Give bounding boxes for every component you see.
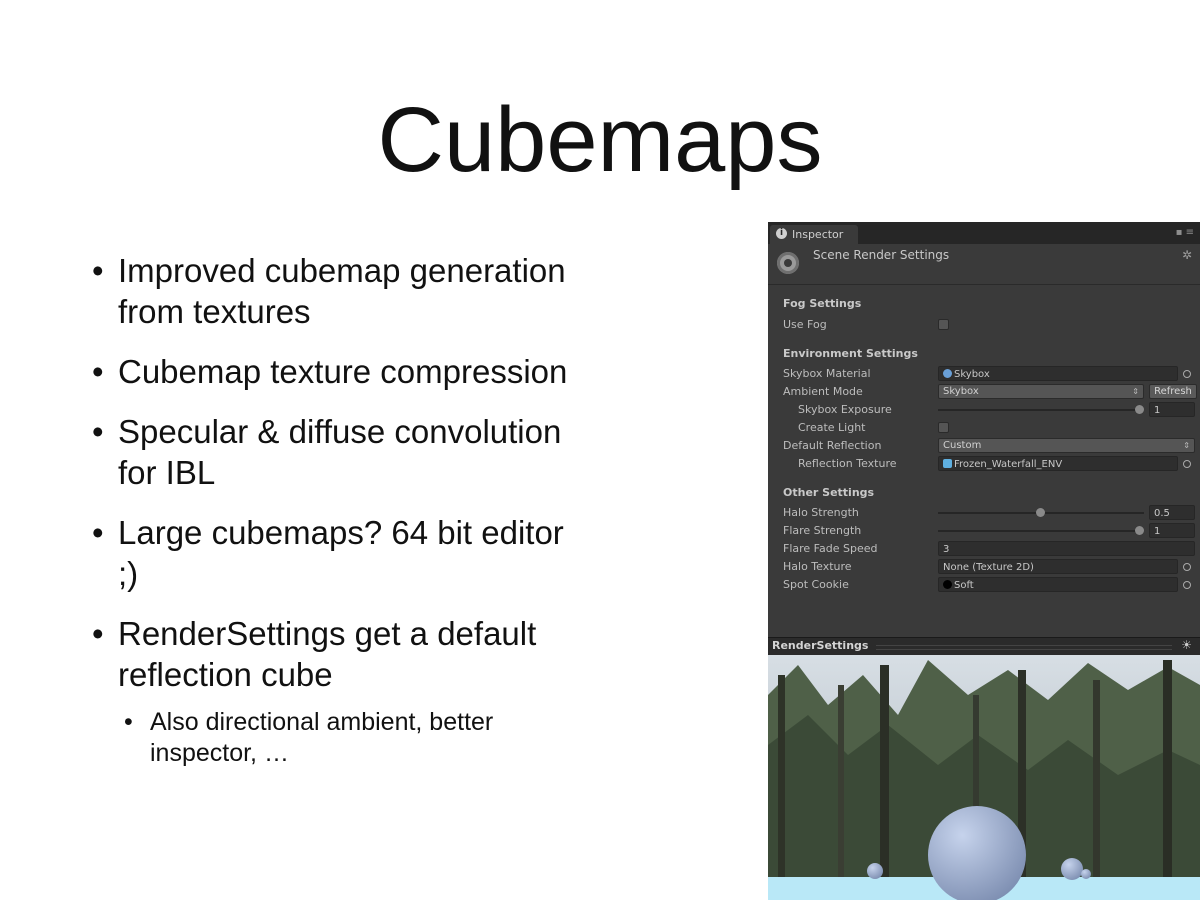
- skybox-exposure-label: Skybox Exposure: [798, 403, 892, 416]
- component-header: Scene Render Settings ✲: [768, 244, 1200, 285]
- reflection-texture-value: Frozen_Waterfall_ENV: [954, 459, 1063, 470]
- flare-strength-row: Flare Strength 1: [783, 522, 1195, 540]
- bullet-dot: •: [92, 615, 104, 652]
- material-icon: [943, 369, 952, 378]
- dropdown-arrow-icon: ⇕: [1183, 441, 1190, 450]
- spot-cookie-value: Soft: [954, 580, 974, 591]
- use-fog-row: Use Fog: [783, 316, 1195, 334]
- flare-strength-label: Flare Strength: [783, 524, 862, 537]
- skybox-material-label: Skybox Material: [783, 367, 871, 380]
- flare-fade-speed-field[interactable]: 3: [938, 541, 1195, 556]
- inspector-panel: i Inspector ▪ ≡ Scene Render Settings ✲ …: [768, 222, 1200, 642]
- create-light-checkbox[interactable]: [938, 422, 949, 433]
- ambient-mode-dropdown[interactable]: Skybox ⇕: [938, 384, 1144, 399]
- use-fog-label: Use Fog: [783, 318, 827, 331]
- reflection-texture-field[interactable]: Frozen_Waterfall_ENV: [938, 456, 1178, 471]
- tab-label: Inspector: [792, 228, 844, 241]
- inspector-tab-bar: i Inspector ▪ ≡: [768, 222, 1200, 244]
- refresh-button[interactable]: Refresh: [1149, 384, 1197, 399]
- halo-texture-label: Halo Texture: [783, 560, 852, 573]
- bullet-text: Specular & diffuse convolution for IBL: [118, 413, 562, 491]
- skybox-material-row: Skybox Material Skybox: [783, 365, 1195, 383]
- ambient-mode-value: Skybox: [943, 386, 979, 397]
- flare-strength-slider-handle[interactable]: [1135, 526, 1144, 535]
- flare-strength-field[interactable]: 1: [1149, 523, 1195, 538]
- settings-cog-icon[interactable]: ✲: [1182, 248, 1192, 262]
- halo-strength-row: Halo Strength 0.5: [783, 504, 1195, 522]
- menu-icon[interactable]: ≡: [1186, 227, 1194, 238]
- spot-cookie-label: Spot Cookie: [783, 578, 849, 591]
- bullet-text: Large cubemaps? 64 bit editor ;): [118, 514, 564, 592]
- default-reflection-label: Default Reflection: [783, 439, 882, 452]
- sub-bullet-item: • Also directional ambient, better inspec…: [92, 707, 572, 769]
- lock-icon[interactable]: ▪: [1176, 227, 1183, 238]
- flare-strength-slider[interactable]: [938, 530, 1144, 532]
- bullet-dot: •: [92, 252, 104, 289]
- create-light-row: Create Light: [783, 419, 1195, 437]
- render-settings-gear-icon: [777, 252, 799, 274]
- spot-cookie-field[interactable]: Soft: [938, 577, 1178, 592]
- default-reflection-row: Default Reflection Custom ⇕: [783, 437, 1195, 455]
- object-picker-icon[interactable]: [1183, 460, 1191, 468]
- halo-strength-slider-handle[interactable]: [1036, 508, 1045, 517]
- tab-tools: ▪ ≡: [1176, 227, 1194, 238]
- dropdown-arrow-icon: ⇕: [1132, 387, 1139, 396]
- bullet-item: • Large cubemaps? 64 bit editor ;): [92, 512, 572, 594]
- info-icon: i: [776, 228, 787, 239]
- slide-title: Cubemaps: [377, 89, 823, 191]
- skybox-exposure-row: Skybox Exposure 1: [783, 401, 1195, 419]
- spot-cookie-row: Spot Cookie Soft: [783, 576, 1195, 594]
- ambient-mode-row: Ambient Mode Skybox ⇕ Refresh: [783, 383, 1197, 401]
- bullet-item: • Cubemap texture compression: [92, 351, 572, 392]
- object-picker-icon[interactable]: [1183, 581, 1191, 589]
- bullet-list: • Improved cubemap generation from textur…: [92, 250, 572, 769]
- bullet-text: Cubemap texture compression: [118, 353, 568, 390]
- default-reflection-value: Custom: [943, 440, 982, 451]
- bullet-dot: •: [92, 413, 104, 450]
- reflection-texture-label: Reflection Texture: [798, 457, 897, 470]
- use-fog-checkbox[interactable]: [938, 319, 949, 330]
- skybox-exposure-slider[interactable]: [938, 409, 1144, 411]
- cubemap-icon: [943, 459, 952, 468]
- halo-strength-field[interactable]: 0.5: [1149, 505, 1195, 520]
- bullet-dot: •: [92, 353, 104, 390]
- bullet-text: Improved cubemap generation from texture…: [118, 252, 566, 330]
- skybox-exposure-field[interactable]: 1: [1149, 402, 1195, 417]
- scene-preview: [768, 655, 1200, 900]
- flare-fade-speed-row: Flare Fade Speed 3: [783, 540, 1195, 558]
- default-reflection-dropdown[interactable]: Custom ⇕: [938, 438, 1195, 453]
- render-settings-preview-header: RenderSettings ☀: [768, 637, 1200, 655]
- sub-bullet-text: Also directional ambient, better inspect…: [150, 708, 494, 767]
- flare-fade-speed-label: Flare Fade Speed: [783, 542, 878, 555]
- component-title: Scene Render Settings: [813, 248, 950, 262]
- other-section-title: Other Settings: [783, 486, 875, 499]
- halo-texture-field[interactable]: None (Texture 2D): [938, 559, 1178, 574]
- bullet-dot: •: [92, 514, 104, 551]
- halo-strength-label: Halo Strength: [783, 506, 859, 519]
- bullet-item: • Improved cubemap generation from textur…: [92, 250, 572, 332]
- create-light-label: Create Light: [798, 421, 866, 434]
- bullet-dot: •: [124, 708, 133, 736]
- resize-grip[interactable]: [876, 645, 1172, 650]
- skybox-material-field[interactable]: Skybox: [938, 366, 1178, 381]
- skybox-exposure-slider-handle[interactable]: [1135, 405, 1144, 414]
- skybox-material-value: Skybox: [954, 369, 990, 380]
- bullet-item: • RenderSettings get a default reflection…: [92, 613, 572, 695]
- reflection-texture-row: Reflection Texture Frozen_Waterfall_ENV: [783, 455, 1195, 473]
- texture-icon: [943, 580, 952, 589]
- object-picker-icon[interactable]: [1183, 370, 1191, 378]
- bullet-text: RenderSettings get a default reflection …: [118, 615, 537, 693]
- halo-texture-row: Halo Texture None (Texture 2D): [783, 558, 1195, 576]
- sun-icon[interactable]: ☀: [1181, 638, 1192, 652]
- fog-section-title: Fog Settings: [783, 297, 862, 310]
- render-settings-label: RenderSettings: [772, 639, 869, 652]
- forest-scene-image: [768, 655, 1200, 900]
- bullet-item: • Specular & diffuse convolution for IBL: [92, 411, 572, 493]
- object-picker-icon[interactable]: [1183, 563, 1191, 571]
- environment-section-title: Environment Settings: [783, 347, 918, 360]
- tab-inspector[interactable]: i Inspector: [770, 225, 858, 244]
- ambient-mode-label: Ambient Mode: [783, 385, 863, 398]
